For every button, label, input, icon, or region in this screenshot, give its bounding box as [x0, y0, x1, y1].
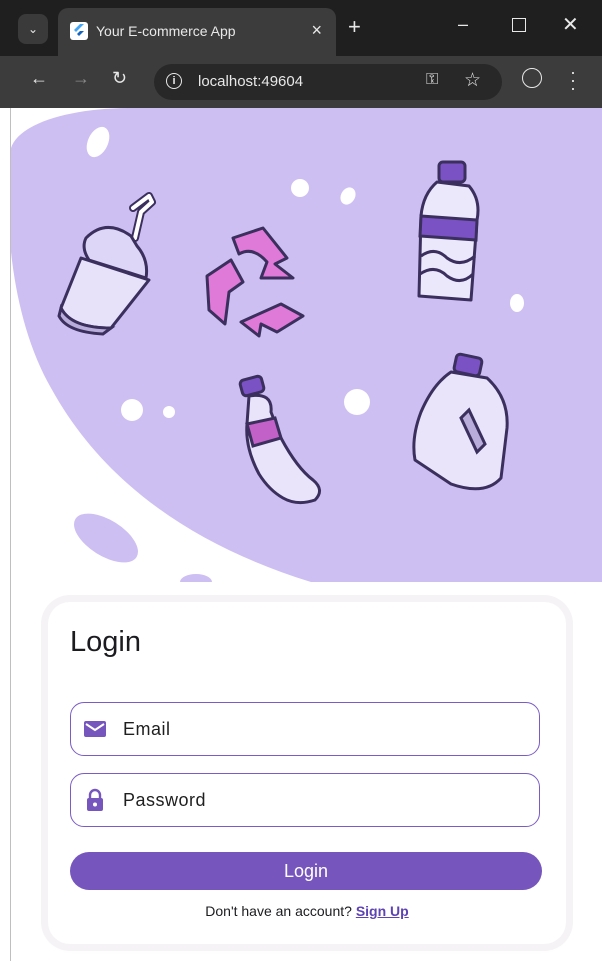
login-button[interactable]: Login: [70, 852, 542, 890]
password-key-icon[interactable]: ⚿: [426, 71, 438, 89]
reload-icon[interactable]: ↻: [112, 68, 127, 89]
sparkle-dot: [163, 406, 175, 418]
tab-search-button[interactable]: ⌄: [18, 14, 48, 44]
email-input[interactable]: [121, 703, 525, 756]
tab-title: Your E-commerce App: [96, 23, 236, 39]
signup-link[interactable]: Sign Up: [356, 903, 409, 919]
site-info-icon[interactable]: i: [166, 73, 182, 89]
flutter-favicon-icon: [70, 22, 88, 40]
password-input[interactable]: [121, 774, 525, 827]
new-tab-button[interactable]: +: [348, 14, 361, 40]
url-text[interactable]: localhost:49604: [198, 73, 303, 90]
signup-row: Don't have an account? Sign Up: [48, 903, 566, 919]
email-field[interactable]: [70, 702, 540, 756]
browser-tab-strip: ⌄ Your E-commerce App × + – ✕: [0, 0, 602, 56]
address-bar[interactable]: i localhost:49604 ⚿ ☆: [154, 64, 502, 100]
password-field[interactable]: [70, 773, 540, 827]
sparkle-dot: [510, 294, 524, 312]
lock-icon: [83, 788, 107, 812]
hero-blob: [11, 108, 602, 582]
back-arrow-icon[interactable]: ←: [30, 68, 48, 89]
login-card: Login Login Don't have an account? Sign …: [48, 602, 566, 944]
mail-icon: [83, 717, 107, 741]
signup-prompt: Don't have an account?: [205, 903, 356, 919]
forward-arrow-icon[interactable]: →: [72, 68, 90, 89]
minimize-icon[interactable]: –: [458, 14, 468, 35]
sparkle-dot: [121, 399, 143, 421]
hero-illustration: [11, 108, 602, 582]
browser-toolbar: ← → ↻ i localhost:49604 ⚿ ☆ · · ·: [0, 56, 602, 108]
hero-svg: [11, 108, 602, 582]
hero-blob-drop: [180, 574, 212, 582]
browser-tab[interactable]: Your E-commerce App ×: [58, 8, 336, 56]
window-close-icon[interactable]: ✕: [562, 12, 579, 37]
maximize-icon[interactable]: [512, 18, 526, 32]
tab-close-icon[interactable]: ×: [311, 20, 322, 41]
profile-icon[interactable]: [522, 68, 542, 88]
sparkle-dot: [291, 179, 309, 197]
hero-blob-drop: [74, 513, 138, 563]
sparkle-dot: [344, 389, 370, 415]
login-title: Login: [70, 626, 141, 658]
bookmark-star-icon[interactable]: ☆: [464, 69, 481, 92]
kebab-menu-icon[interactable]: · · ·: [570, 63, 576, 97]
